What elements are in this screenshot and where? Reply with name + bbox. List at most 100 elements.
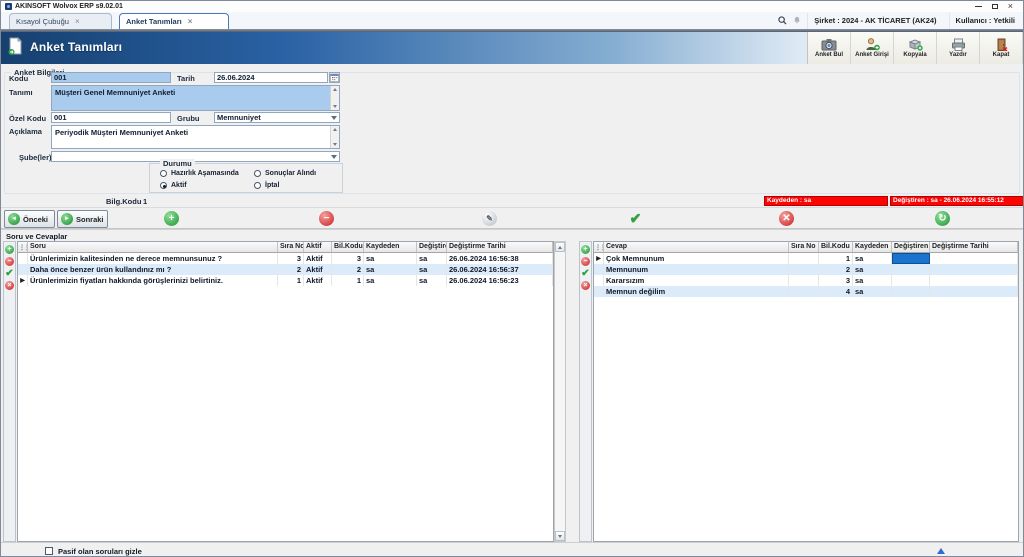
edit-record-icon[interactable]: ✎	[482, 211, 497, 226]
section-header: Soru ve Cevaplar	[1, 229, 1023, 241]
search-icon[interactable]	[778, 16, 787, 25]
column-header[interactable]: Kaydeden	[853, 242, 892, 253]
table-row[interactable]: Ürünlerimizin kalitesinden ne derece mem…	[18, 253, 553, 264]
subeler-select[interactable]	[51, 151, 340, 162]
maximize-icon[interactable]	[992, 4, 998, 9]
column-header[interactable]: Değiştirme Tarihi	[447, 242, 553, 253]
column-header[interactable]: Kaydeden	[364, 242, 417, 253]
yazdir-button[interactable]: Yazdır	[937, 32, 980, 64]
radio-aktif[interactable]	[160, 182, 167, 189]
add-question-icon[interactable]: +	[5, 245, 14, 254]
section-title: Soru ve Cevaplar	[6, 232, 67, 241]
add-record-icon[interactable]: +	[164, 211, 179, 226]
table-row[interactable]: Daha önce benzer ürün kullandınız mı ? 2…	[18, 264, 553, 275]
column-header[interactable]: Cevap	[604, 242, 789, 253]
table-row[interactable]: Memnun değilim 4 sa	[594, 286, 1018, 297]
grubu-select[interactable]: Memnuniyet	[214, 112, 340, 123]
tab-close-icon[interactable]: ×	[75, 17, 80, 26]
anket-bul-button[interactable]: Anket Bul	[808, 32, 851, 64]
soru-table-header: ⋮⋮ Soru Sıra No Aktif Bil.Kodu Kaydeden …	[18, 242, 553, 253]
tanimi-textarea[interactable]: Müşteri Genel Memnuniyet Anketi	[51, 85, 340, 111]
kopyala-button[interactable]: Kopyala	[894, 32, 937, 64]
scroll-down-icon[interactable]	[555, 531, 565, 541]
tarih-input[interactable]: 26.06.2024	[214, 72, 328, 83]
cevap-table-header: ⋮⋮ Cevap Sıra No Bil.Kodu Kaydeden Değiş…	[594, 242, 1018, 253]
table-row[interactable]: Kararsızım 3 sa	[594, 275, 1018, 286]
tab-kisayol-cubugu[interactable]: Kısayol Çubuğu ×	[9, 13, 112, 29]
window-title: AKINSOFT Wolvox ERP s9.02.01	[15, 3, 972, 10]
refresh-icon[interactable]: ↻	[935, 211, 950, 226]
cancel-icon[interactable]: ✕	[779, 211, 794, 226]
cevap-nav-strip: + − ✔ ×	[579, 241, 592, 542]
post-answer-icon[interactable]: ✔	[581, 269, 590, 278]
aciklama-label: Açıklama	[9, 127, 42, 136]
add-answer-icon[interactable]: +	[581, 245, 590, 254]
radio-iptal[interactable]	[254, 182, 261, 189]
minimize-icon[interactable]	[975, 6, 982, 7]
table-row[interactable]: Memnunum 2 sa	[594, 264, 1018, 275]
scroll-up-icon[interactable]	[555, 242, 565, 252]
column-header[interactable]: Bil.Kodu	[819, 242, 853, 253]
drag-dots-icon[interactable]: ⋮⋮	[594, 242, 604, 253]
scroll-down-icon[interactable]	[333, 143, 337, 146]
aciklama-textarea[interactable]: Periyodik Müşteri Memnuniyet Anketi	[51, 125, 340, 149]
close-icon[interactable]: ×	[1008, 3, 1013, 10]
row-marker-icon: ▶	[18, 275, 28, 286]
user-indicator[interactable]: Kullanıcı : Yetkili	[949, 13, 1021, 29]
durumu-groupbox: Durumu Hazırlık Aşamasında Sonuçlar Alın…	[149, 163, 343, 193]
company-indicator[interactable]: Şirket : 2024 - AK TİCARET (AK24)	[807, 13, 942, 29]
pasif-gizle-checkbox[interactable]	[45, 547, 53, 555]
copy-box-icon	[908, 38, 923, 51]
tab-close-icon[interactable]: ×	[188, 17, 193, 26]
post-question-icon[interactable]: ✔	[5, 269, 14, 278]
scrollbar[interactable]	[330, 126, 339, 148]
scroll-up-icon[interactable]	[333, 128, 337, 131]
column-header[interactable]: Sıra No	[789, 242, 819, 253]
delete-record-icon[interactable]: −	[319, 211, 334, 226]
delete-question-icon[interactable]: −	[5, 257, 14, 266]
focused-cell[interactable]	[892, 253, 930, 264]
column-header[interactable]: Aktif	[304, 242, 332, 253]
tab-anket-tanimlari[interactable]: Anket Tanımları ×	[119, 13, 229, 29]
kapat-button[interactable]: Kapat	[980, 32, 1023, 64]
anket-girisi-button[interactable]: Anket Girişi	[851, 32, 894, 64]
soru-table-scrollbar[interactable]	[554, 241, 566, 542]
row-marker-icon: ▶	[594, 253, 604, 264]
scroll-down-icon[interactable]	[333, 105, 337, 108]
drag-dots-icon[interactable]: ⋮⋮	[18, 242, 28, 253]
ozel-kodu-input[interactable]: 001	[51, 112, 171, 123]
radio-sonuclar[interactable]	[254, 170, 261, 177]
sonraki-button[interactable]: ► Sonraki	[57, 210, 108, 228]
cancel-question-icon[interactable]: ×	[5, 281, 14, 290]
calendar-icon[interactable]	[329, 72, 340, 83]
column-header[interactable]: Değiştirme Tarihi	[930, 242, 1018, 253]
column-header[interactable]: Değiştiren	[892, 242, 930, 253]
column-header[interactable]: Sıra No	[278, 242, 304, 253]
app-window: AKINSOFT Wolvox ERP s9.02.01 × Kısayol Ç…	[0, 0, 1024, 557]
tab-label: Kısayol Çubuğu	[16, 17, 69, 26]
cancel-answer-icon[interactable]: ×	[581, 281, 590, 290]
pasif-gizle-label: Pasif olan soruları gizle	[58, 547, 142, 556]
table-row-selected[interactable]: ▶ Ürünlerimizin fiyatları hakkında görüş…	[18, 275, 553, 286]
kodu-label: Kodu	[9, 74, 28, 83]
notification-bell-icon[interactable]	[793, 16, 801, 25]
tanimi-label: Tanımı	[9, 88, 33, 97]
collapse-panel-icon[interactable]	[937, 548, 945, 554]
column-header[interactable]: Değiştiren	[417, 242, 447, 253]
soru-table: ⋮⋮ Soru Sıra No Aktif Bil.Kodu Kaydeden …	[17, 241, 554, 542]
next-arrow-icon: ►	[61, 213, 73, 225]
durumu-label: Durumu	[160, 159, 195, 168]
column-header[interactable]: Soru	[28, 242, 278, 253]
radio-hazirlik[interactable]	[160, 170, 167, 177]
bilg-kodu-label: Bilg.Kodu	[106, 197, 141, 206]
delete-answer-icon[interactable]: −	[581, 257, 590, 266]
column-header[interactable]: Bil.Kodu	[332, 242, 364, 253]
scroll-up-icon[interactable]	[333, 88, 337, 91]
prev-arrow-icon: ◄	[8, 213, 20, 225]
confirm-icon[interactable]: ✔	[628, 211, 643, 226]
kodu-input[interactable]: 001	[51, 72, 171, 83]
anket-bilgileri-form: Anket Bilgileri Kodu 001 Tarih 26.06.202…	[1, 64, 1023, 207]
onceki-button[interactable]: ◄ Önceki	[4, 210, 55, 228]
table-row-selected[interactable]: ▶ Çok Memnunum 1 sa	[594, 253, 1018, 264]
scrollbar[interactable]	[330, 86, 339, 110]
